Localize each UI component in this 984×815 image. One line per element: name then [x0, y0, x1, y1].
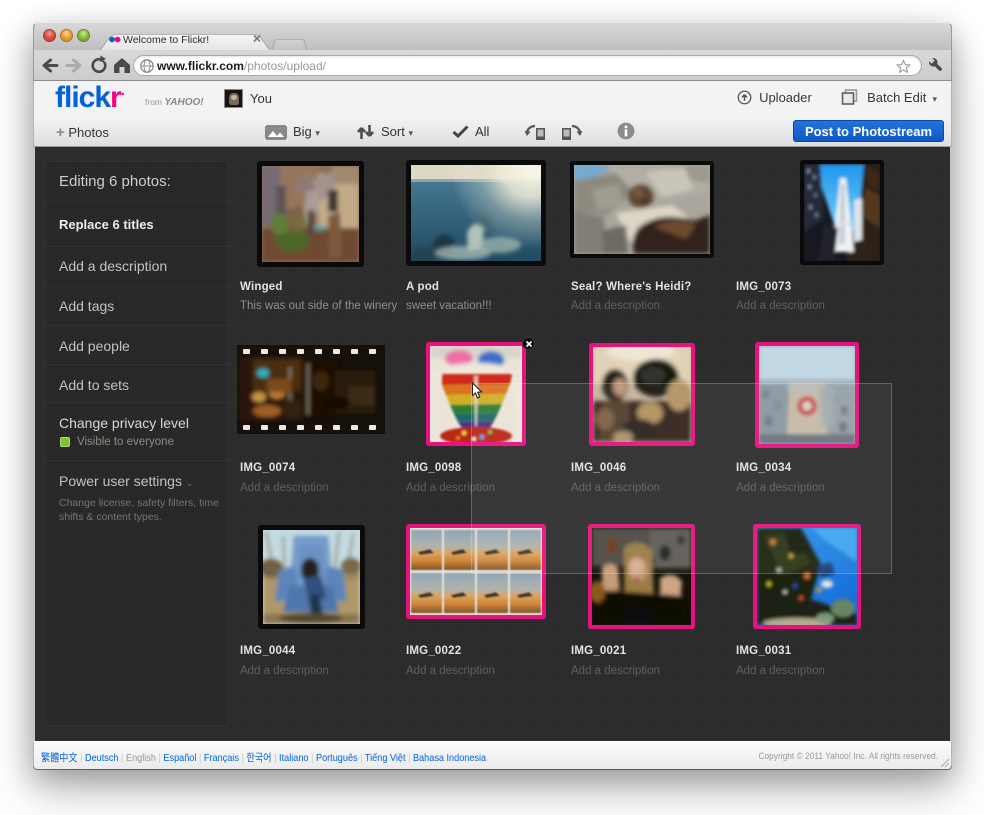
- svg-text:Welcome to Flickr!: Welcome to Flickr!: [123, 34, 209, 46]
